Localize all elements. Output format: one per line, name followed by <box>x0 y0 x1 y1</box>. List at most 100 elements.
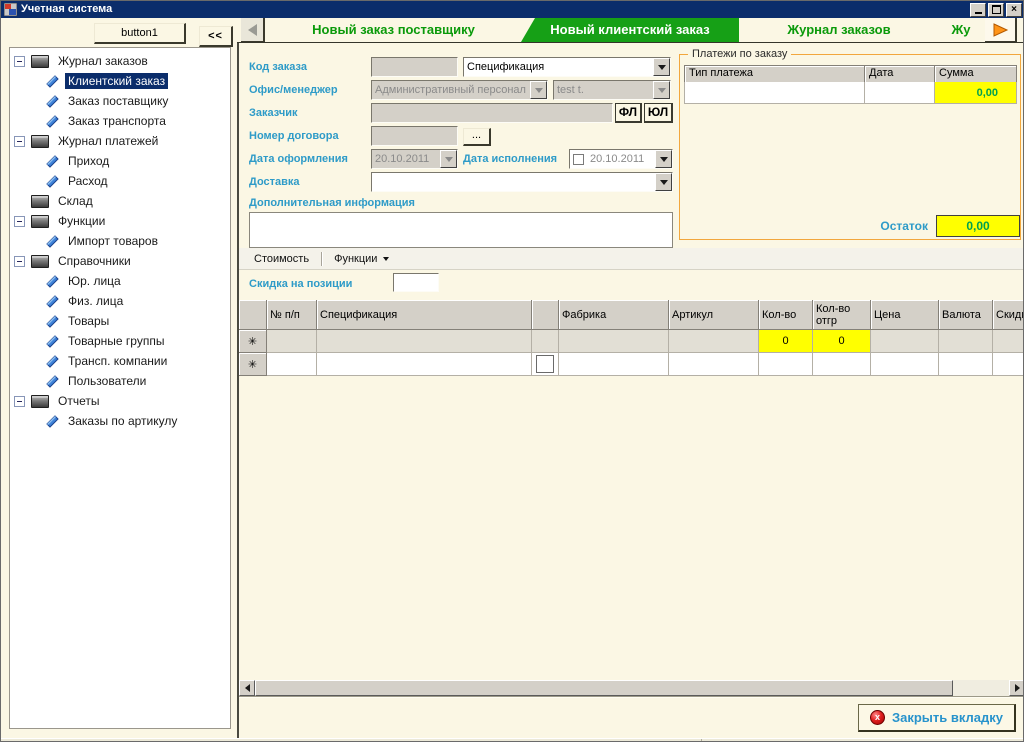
fl-button[interactable]: ФЛ <box>615 103 642 123</box>
payments-row: 0,00 <box>684 82 1017 104</box>
grid-cell[interactable] <box>559 353 669 376</box>
payments-cell[interactable] <box>685 82 865 104</box>
delivery-label: Доставка <box>249 172 300 192</box>
grid-cell[interactable] <box>813 353 871 376</box>
restore-button[interactable] <box>988 3 1004 17</box>
tree-item-label[interactable]: Пользователи <box>65 373 149 389</box>
tree-item-label[interactable]: Физ. лица <box>65 293 126 309</box>
tree-item-label[interactable]: Отчеты <box>55 393 102 409</box>
tree-item-label[interactable]: Склад <box>55 193 96 209</box>
tab-scroll-right-button[interactable] <box>985 18 1017 42</box>
grid-cell[interactable] <box>267 353 317 376</box>
tree-node: Склад <box>10 191 230 211</box>
folder-icon <box>31 135 49 148</box>
dropdown-button[interactable] <box>655 150 672 168</box>
scroll-right-button[interactable] <box>1009 680 1024 696</box>
minimize-button[interactable] <box>970 3 986 17</box>
row-header-cell[interactable]: ✳ <box>239 330 267 353</box>
dropdown-button[interactable] <box>655 173 672 191</box>
dropdown-button[interactable] <box>440 150 457 168</box>
scrollbar-thumb[interactable] <box>255 680 953 696</box>
arrow-left-icon <box>248 24 257 36</box>
tab-4[interactable]: Жу <box>939 18 983 42</box>
tree-leaf: Товары <box>10 311 230 331</box>
tree-node: Справочники <box>10 251 230 271</box>
scroll-left-button[interactable] <box>239 680 255 696</box>
row-header-cell[interactable]: ✳ <box>239 353 267 376</box>
contract-browse-button[interactable]: ... <box>463 128 491 146</box>
tree-item-label[interactable]: Клиентский заказ <box>65 73 168 89</box>
grid-cell[interactable] <box>317 353 532 376</box>
office-combo[interactable]: Административный персонал <box>371 80 548 100</box>
due-date-checkbox[interactable] <box>573 154 584 165</box>
tab-strip: Новый заказ поставщикуНовый клиентский з… <box>237 18 1024 43</box>
tree-item-label[interactable]: Заказ транспорта <box>65 113 169 129</box>
payments-cell[interactable]: 0,00 <box>935 82 1017 104</box>
grid-cell[interactable] <box>939 330 993 353</box>
additional-info-textarea[interactable] <box>249 212 673 248</box>
grid-cell[interactable] <box>669 330 759 353</box>
tree-item-label[interactable]: Юр. лица <box>65 273 124 289</box>
tree-item-label[interactable]: Функции <box>55 213 108 229</box>
manager-combo[interactable]: test t. <box>553 80 671 100</box>
tree-item-label[interactable]: Заказы по артикулу <box>65 413 180 429</box>
tree-item-label[interactable]: Расход <box>65 173 111 189</box>
button1[interactable]: button1 <box>94 23 186 44</box>
functions-menu-button[interactable]: Функции <box>325 249 398 269</box>
tab-3[interactable]: Журнал заказов <box>739 18 939 42</box>
expand-toggle-icon[interactable] <box>14 396 25 407</box>
grid-cell[interactable]: 0 <box>813 330 871 353</box>
grid-cell[interactable] <box>759 353 813 376</box>
expand-toggle-icon[interactable] <box>14 136 25 147</box>
customer-input[interactable] <box>371 103 613 123</box>
tree-item-label[interactable]: Товарные группы <box>65 333 167 349</box>
grid-cell[interactable] <box>532 330 559 353</box>
grid-cell[interactable] <box>993 330 1024 353</box>
grid-cell[interactable] <box>532 353 559 376</box>
tab-2[interactable]: Новый клиентский заказ <box>521 18 739 42</box>
tree-item-label[interactable]: Трансп. компании <box>65 353 170 369</box>
grid-cell[interactable] <box>559 330 669 353</box>
dropdown-button[interactable] <box>530 81 547 99</box>
tab-scroll-left-button[interactable] <box>241 18 265 42</box>
close-button[interactable]: × <box>1006 3 1022 17</box>
grid-col-header: Фабрика <box>559 300 669 330</box>
grid-cell[interactable] <box>669 353 759 376</box>
issue-date-picker[interactable]: 20.10.2011 <box>371 149 458 169</box>
dropdown-button[interactable] <box>653 81 670 99</box>
cost-button[interactable]: Стоимость <box>245 249 318 269</box>
payments-cell[interactable] <box>865 82 935 104</box>
spec-combo-value: Спецификация <box>464 61 653 73</box>
tree-item-label[interactable]: Приход <box>65 153 112 169</box>
spec-combo[interactable]: Спецификация <box>463 57 671 77</box>
tab-1[interactable]: Новый заказ поставщику <box>266 18 521 42</box>
delivery-combo[interactable] <box>371 172 673 192</box>
dropdown-button[interactable] <box>653 58 670 76</box>
expand-toggle-icon[interactable] <box>14 216 25 227</box>
cell-editor-box[interactable] <box>536 355 554 373</box>
grid-cell[interactable] <box>939 353 993 376</box>
grid-cell[interactable] <box>267 330 317 353</box>
tree-item-label[interactable]: Товары <box>65 313 112 329</box>
expand-toggle-icon[interactable] <box>14 256 25 267</box>
tree-item-label[interactable]: Журнал заказов <box>55 53 151 69</box>
ul-button[interactable]: ЮЛ <box>644 103 673 123</box>
chevron-down-icon <box>535 88 543 93</box>
order-code-input[interactable] <box>371 57 458 77</box>
grid-cell[interactable] <box>871 330 939 353</box>
grid-cell[interactable] <box>317 330 532 353</box>
collapse-tree-button[interactable]: << <box>199 26 233 47</box>
discount-input[interactable] <box>393 273 439 292</box>
grid-cell[interactable] <box>871 353 939 376</box>
tree-item-label[interactable]: Импорт товаров <box>65 233 161 249</box>
grid-cell[interactable] <box>993 353 1024 376</box>
grid-cell[interactable]: 0 <box>759 330 813 353</box>
due-date-picker[interactable]: 20.10.2011 <box>569 149 673 169</box>
horizontal-scrollbar[interactable] <box>239 680 1024 696</box>
tree-item-label[interactable]: Справочники <box>55 253 134 269</box>
contract-number-input[interactable] <box>371 126 458 146</box>
tree-item-label[interactable]: Журнал платежей <box>55 133 161 149</box>
tree-item-label[interactable]: Заказ поставщику <box>65 93 171 109</box>
expand-toggle-icon[interactable] <box>14 56 25 67</box>
close-tab-button[interactable]: x Закрыть вкладку <box>858 704 1016 732</box>
